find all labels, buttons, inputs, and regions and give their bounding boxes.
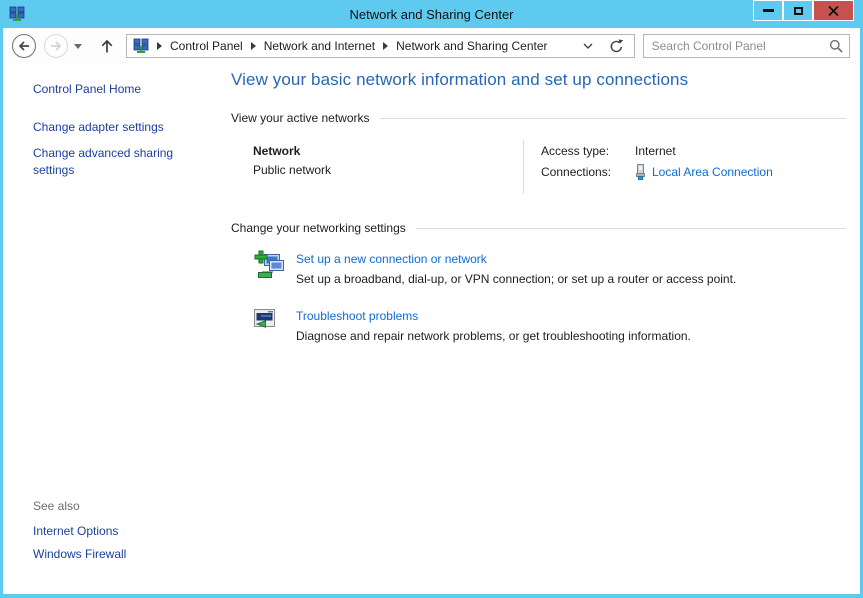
troubleshoot-item: Troubleshoot problems Diagnose and repai…	[253, 307, 846, 343]
setup-connection-item: Set up a new connection or network Set u…	[253, 250, 846, 286]
sidebar-item-change-adapter-settings[interactable]: Change adapter settings	[33, 119, 201, 136]
new-connection-icon	[253, 250, 287, 286]
forward-icon	[44, 34, 68, 58]
sidebar: Control Panel Home Change adapter settin…	[3, 64, 225, 594]
close-button[interactable]	[813, 0, 854, 21]
ethernet-icon	[635, 164, 646, 180]
search-icon[interactable]	[829, 39, 843, 53]
window-body: Control Panel Network and Internet Netwo…	[3, 28, 860, 594]
recent-pages-dropdown[interactable]	[72, 40, 84, 53]
breadcrumb-separator-icon[interactable]	[250, 42, 256, 50]
breadcrumb-separator-icon[interactable]	[383, 42, 389, 50]
navigation-bar: Control Panel Network and Internet Netwo…	[3, 28, 860, 64]
main-panel: View your basic network information and …	[225, 64, 860, 594]
forward-button[interactable]	[43, 33, 69, 59]
breadcrumb-separator-icon[interactable]	[157, 42, 162, 50]
troubleshoot-link[interactable]: Troubleshoot problems	[296, 309, 691, 323]
sidebar-item-windows-firewall[interactable]: Windows Firewall	[33, 547, 215, 561]
access-type-value: Internet	[635, 144, 676, 158]
network-icon	[9, 6, 25, 22]
troubleshoot-description: Diagnose and repair network problems, or…	[296, 329, 691, 343]
sidebar-item-internet-options[interactable]: Internet Options	[33, 524, 215, 538]
search-input[interactable]	[651, 39, 829, 53]
breadcrumb-control-panel[interactable]: Control Panel	[168, 38, 245, 54]
networking-settings-section-header: Change your networking settings	[231, 221, 846, 235]
troubleshoot-text: Troubleshoot problems Diagnose and repai…	[296, 307, 691, 343]
history-dropdown-icon	[74, 43, 82, 49]
network-identity: Network Public network	[253, 140, 523, 194]
address-bar[interactable]: Control Panel Network and Internet Netwo…	[126, 34, 635, 58]
sidebar-item-control-panel-home[interactable]: Control Panel Home	[33, 82, 215, 96]
connections-row: Connections: Local Area Connection	[541, 164, 773, 180]
active-network-row: Network Public network Access type: Inte…	[253, 140, 846, 194]
minimize-button[interactable]	[753, 0, 783, 21]
maximize-button[interactable]	[783, 0, 813, 21]
window-controls	[753, 0, 854, 21]
active-networks-label: View your active networks	[231, 111, 370, 125]
close-icon	[828, 5, 839, 16]
window-title: Network and Sharing Center	[349, 6, 514, 22]
up-button[interactable]	[98, 37, 116, 55]
network-type: Public network	[253, 163, 332, 177]
refresh-icon	[610, 38, 623, 52]
troubleshoot-icon	[253, 307, 287, 343]
title-bar[interactable]: Network and Sharing Center	[0, 0, 863, 28]
back-icon	[12, 34, 36, 58]
networking-settings-label: Change your networking settings	[231, 221, 406, 235]
local-area-connection-link[interactable]: Local Area Connection	[652, 165, 773, 179]
access-type-row: Access type: Internet	[541, 144, 773, 158]
minimize-icon	[762, 9, 774, 12]
breadcrumb-network-and-sharing-center[interactable]: Network and Sharing Center	[394, 38, 549, 54]
network-details: Access type: Internet Connections: Local…	[523, 140, 773, 194]
maximize-icon	[793, 6, 803, 15]
section-rule	[379, 117, 846, 119]
network-sharing-center-window: Network and Sharing Center Control Panel…	[0, 0, 863, 598]
network-name: Network	[253, 144, 301, 158]
address-dropdown-icon	[583, 43, 593, 49]
up-icon	[101, 39, 113, 53]
setup-connection-link[interactable]: Set up a new connection or network	[296, 252, 736, 266]
breadcrumb-network-and-internet[interactable]: Network and Internet	[262, 38, 377, 54]
refresh-button[interactable]	[599, 36, 630, 57]
sidebar-spacer	[33, 188, 215, 499]
network-icon	[133, 38, 149, 54]
address-dropdown-button[interactable]	[577, 39, 599, 53]
page-title: View your basic network information and …	[231, 70, 689, 89]
active-networks-section-header: View your active networks	[231, 111, 846, 125]
setup-connection-text: Set up a new connection or network Set u…	[296, 250, 736, 286]
setup-connection-description: Set up a broadband, dial-up, or VPN conn…	[296, 272, 737, 286]
back-button[interactable]	[11, 33, 37, 59]
search-box[interactable]	[642, 34, 850, 58]
sidebar-item-change-advanced-sharing-settings[interactable]: Change advanced sharing settings	[33, 145, 201, 179]
content-area: Control Panel Home Change adapter settin…	[3, 64, 860, 594]
section-rule	[415, 227, 846, 229]
access-type-label: Access type:	[541, 144, 610, 158]
connections-label: Connections:	[541, 165, 612, 179]
see-also-heading: See also	[33, 499, 80, 513]
